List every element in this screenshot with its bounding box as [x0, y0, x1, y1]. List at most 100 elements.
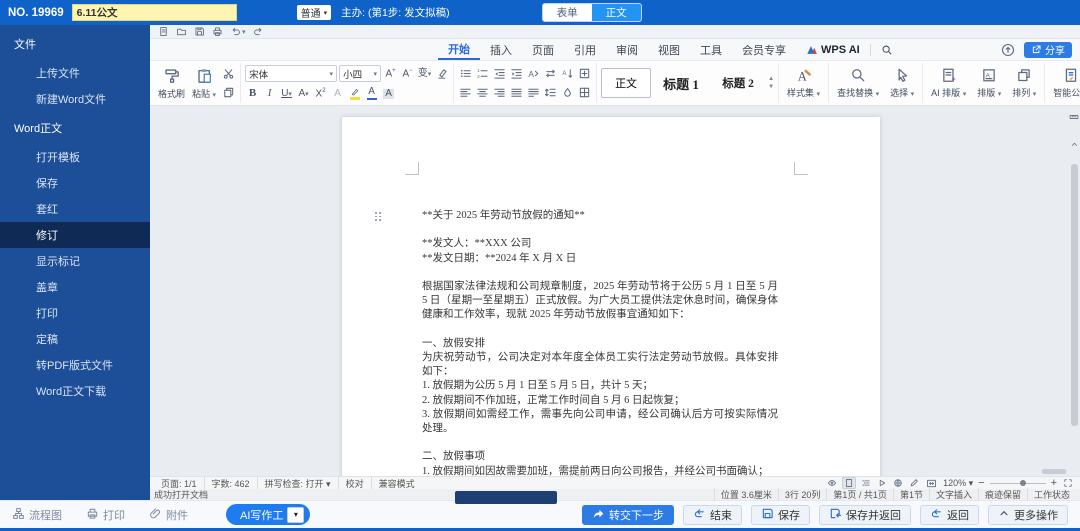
tab-wps-ai[interactable]: WPS AI [796, 44, 870, 56]
fullscreen-icon[interactable] [1062, 478, 1074, 488]
zoom-level[interactable]: 120% ▾ [943, 478, 973, 489]
document-page[interactable]: **关于 2025 年劳动节放假的通知** **发文人：**XXX 公司 **发文日… [342, 117, 880, 476]
vertical-scrollbar-thumb[interactable] [1071, 164, 1078, 426]
zoom-slider[interactable] [989, 480, 1046, 486]
text-direction-icon[interactable] [543, 66, 558, 81]
footer-button[interactable]: 附件 [149, 507, 188, 523]
menu-tab[interactable]: 开始 [438, 39, 480, 60]
page-setup-icon[interactable] [577, 66, 592, 81]
menu-tab[interactable]: 审阅 [606, 39, 648, 60]
char-effect-icon[interactable]: A [330, 86, 345, 101]
ruler-icon[interactable] [1069, 109, 1079, 127]
numbering-icon[interactable]: 12 [475, 66, 490, 81]
style-set-button[interactable]: A 样式集 ▾ [783, 67, 824, 99]
ai-writer-button[interactable]: AI写作工 ▾ [226, 504, 311, 525]
open-doc-icon[interactable] [176, 26, 187, 37]
sidebar-item[interactable]: 定稿 [0, 326, 150, 352]
outline-view-icon[interactable] [860, 478, 872, 488]
sidebar-item[interactable]: 转PDF版式文件 [0, 352, 150, 378]
grow-font-icon[interactable]: A+ [383, 66, 398, 81]
menu-tab[interactable]: 会员专享 [732, 39, 796, 60]
bold-icon[interactable]: B [245, 86, 260, 101]
cloud-upload-icon[interactable] [1001, 43, 1015, 57]
sidebar-item[interactable]: 上传文件 [0, 60, 150, 86]
print-icon[interactable] [212, 26, 223, 37]
zoom-in-button[interactable]: + [1051, 477, 1057, 489]
superscript-icon[interactable]: X2 [313, 86, 328, 101]
doc-title-input[interactable] [71, 4, 237, 21]
status-item[interactable]: 校对 [339, 476, 372, 490]
select-button[interactable]: 选择 ▾ [886, 67, 918, 99]
sidebar-item[interactable]: 保存 [0, 170, 150, 196]
style-body-text[interactable]: 正文 [601, 68, 652, 98]
sidebar-item[interactable]: 修订 [0, 222, 150, 248]
highlight-color-icon[interactable] [347, 86, 362, 101]
font-color-icon[interactable]: A [364, 86, 379, 101]
action-button[interactable]: 返回 [920, 504, 979, 525]
sort-icon[interactable]: A [560, 66, 575, 81]
undo-icon[interactable]: ▾ [230, 26, 246, 37]
style-heading2[interactable]: 标题 2 [711, 75, 765, 91]
ai-writer-dropdown[interactable]: ▾ [287, 506, 305, 523]
tab-body[interactable]: 正文 [591, 4, 641, 21]
sidebar-item[interactable]: 套红 [0, 196, 150, 222]
increase-indent-icon[interactable] [509, 66, 524, 81]
justify-icon[interactable] [509, 85, 524, 100]
menu-tab[interactable]: 工具 [690, 39, 732, 60]
fit-page-icon[interactable] [925, 478, 938, 489]
layout-button[interactable]: A 排版 ▾ [973, 67, 1005, 99]
footer-button[interactable]: 打印 [86, 507, 125, 523]
italic-icon[interactable]: I [262, 86, 277, 101]
align-center-icon[interactable] [475, 85, 490, 100]
clear-format-icon[interactable] [434, 66, 449, 81]
share-button[interactable]: 分享 [1024, 41, 1072, 58]
sidebar-item[interactable]: 显示标记 [0, 248, 150, 274]
align-left-icon[interactable] [458, 85, 473, 100]
align-right-icon[interactable] [492, 85, 507, 100]
font-size-select[interactable]: 小四 ▾ [339, 65, 382, 82]
phonetic-guide-icon[interactable]: 变▾ [417, 66, 432, 81]
ai-layout-button[interactable]: AI 排版 ▾ [927, 67, 970, 99]
menu-tab[interactable]: 插入 [480, 39, 522, 60]
menu-tab[interactable]: 页面 [522, 39, 564, 60]
status-item[interactable]: 兼容模式 [372, 477, 422, 490]
bullets-icon[interactable] [458, 66, 473, 81]
zoom-slider-handle[interactable] [1020, 480, 1027, 486]
action-button[interactable]: 保存并返回 [819, 504, 911, 525]
status-item[interactable]: 字数: 462 [205, 476, 258, 490]
action-button[interactable]: 保存 [751, 504, 810, 525]
smart-doc-button[interactable]: 智能公文 [1049, 67, 1080, 99]
action-button[interactable]: 结束 [683, 504, 742, 525]
menu-tab[interactable]: 视图 [648, 39, 690, 60]
distribute-icon[interactable] [526, 85, 541, 100]
menu-tab[interactable]: 引用 [564, 39, 606, 60]
sidebar-item[interactable]: 打开模板 [0, 144, 150, 170]
eye-icon[interactable] [826, 478, 838, 488]
search-button[interactable] [871, 44, 903, 56]
scroll-up-icon[interactable] [1070, 136, 1079, 154]
drag-handle-icon[interactable] [375, 212, 383, 223]
shrink-font-icon[interactable]: A− [400, 66, 415, 81]
action-button[interactable]: 更多操作 [988, 504, 1068, 525]
borders-icon[interactable] [577, 85, 592, 100]
font-style-icon[interactable]: A▾ [296, 86, 311, 101]
text-tools-icon[interactable]: A [526, 66, 541, 81]
style-heading1[interactable]: 标题 1 [654, 74, 708, 93]
sidebar-item[interactable]: 新建Word文件 [0, 86, 150, 112]
find-replace-button[interactable]: 查找替换 ▾ [833, 67, 883, 99]
status-item[interactable]: 拼写检查: 打开 ▾ [258, 476, 339, 490]
tab-form[interactable]: 表单 [542, 4, 592, 21]
zoom-out-button[interactable]: − [978, 477, 984, 489]
font-name-select[interactable]: 宋体 ▾ [245, 65, 338, 82]
copy-icon[interactable] [221, 85, 236, 100]
priority-select[interactable]: 普通 ▾ [296, 5, 332, 20]
shading-icon[interactable] [560, 85, 575, 100]
footer-button[interactable]: 流程图 [12, 507, 62, 523]
new-doc-icon[interactable] [158, 26, 169, 37]
action-button[interactable]: 转交下一步 [582, 504, 674, 525]
pen-icon[interactable] [908, 478, 920, 488]
styles-scroll[interactable]: ▲ ▼ [768, 76, 774, 90]
arrange-button[interactable]: 排列 ▾ [1008, 67, 1040, 99]
sidebar-item[interactable]: Word正文下载 [0, 378, 150, 404]
sidebar-item[interactable]: 盖章 [0, 274, 150, 300]
